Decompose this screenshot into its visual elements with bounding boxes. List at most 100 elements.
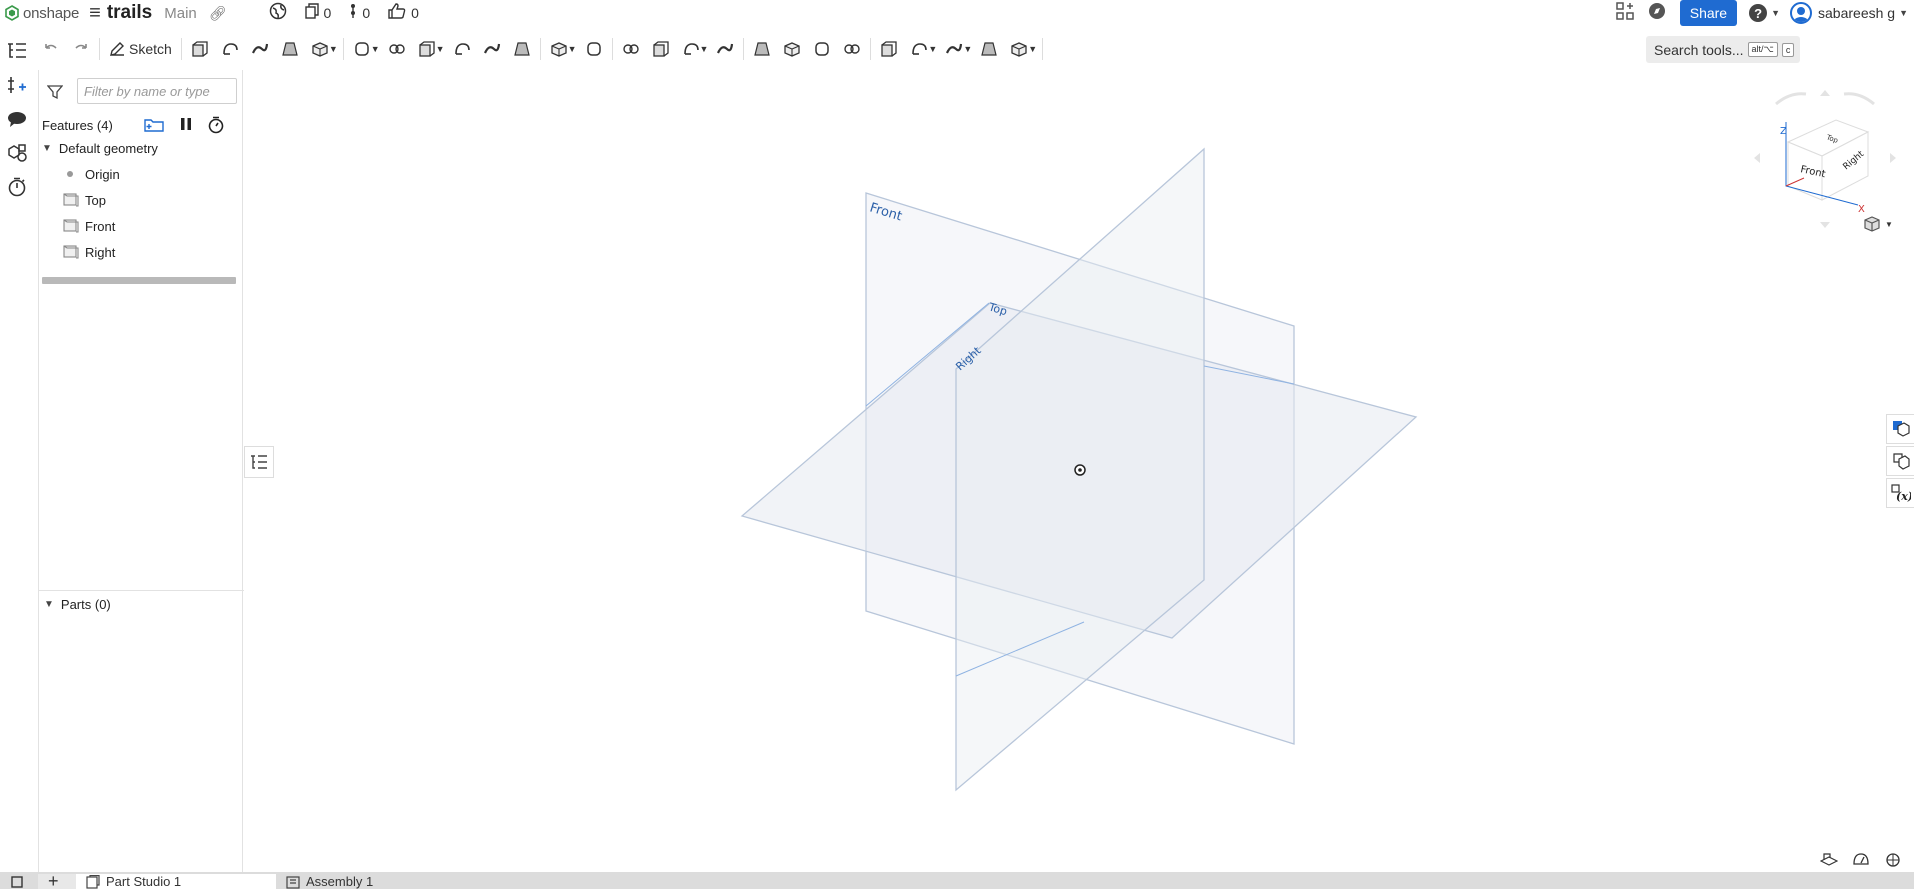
hamburger-menu-icon[interactable]: ≡: [89, 2, 101, 25]
delete-part-tool-button[interactable]: [710, 35, 740, 63]
redo-button[interactable]: [66, 35, 96, 63]
feature-list-panel: Features (4) ▼ Default geometry Origin T…: [38, 70, 244, 872]
view-cube-arrow-left-icon[interactable]: [1754, 153, 1760, 163]
rib-tool-button[interactable]: [447, 35, 477, 63]
history-timer-icon[interactable]: [0, 170, 34, 204]
share-button[interactable]: Share: [1679, 0, 1738, 26]
tab-part-studio-1[interactable]: Part Studio 1: [76, 874, 276, 889]
document-name[interactable]: trails: [107, 2, 152, 24]
render-mode-icon[interactable]: [1884, 851, 1902, 867]
help-chevron-down-icon[interactable]: ▼: [1771, 8, 1780, 18]
configure-tool-button[interactable]: [974, 35, 1004, 63]
boolean-tool-button[interactable]: [616, 35, 646, 63]
performance-gauge-icon[interactable]: [1852, 851, 1870, 867]
versions-counter[interactable]: 0: [304, 3, 331, 23]
undo-icon: [45, 44, 57, 49]
hole-tool-button[interactable]: [507, 35, 537, 63]
section-view-icon[interactable]: [1820, 851, 1838, 867]
revolve-tool-button[interactable]: [215, 35, 245, 63]
likes-count: 0: [411, 5, 419, 21]
add-tab-button[interactable]: +: [38, 871, 76, 889]
chevron-down-icon[interactable]: ▼: [329, 44, 338, 54]
features-header: Features (4): [42, 114, 242, 136]
rollback-bar[interactable]: [42, 277, 236, 284]
left-icon-rail: [0, 34, 34, 884]
chevron-down-icon[interactable]: ▼: [44, 599, 54, 610]
view-cube-arrow-up-icon[interactable]: [1820, 90, 1830, 96]
move-face-tool-button[interactable]: [807, 35, 837, 63]
rollback-pause-icon[interactable]: [179, 116, 193, 136]
app-store-icon[interactable]: [1615, 1, 1634, 25]
onshape-logo[interactable]: onshape: [4, 5, 79, 22]
branch-name[interactable]: Main: [164, 5, 197, 22]
move-face-icon: [815, 42, 830, 56]
chevron-down-icon[interactable]: ▼: [436, 44, 445, 54]
user-avatar[interactable]: [1790, 2, 1813, 24]
feature-item-right[interactable]: Right: [63, 241, 115, 263]
sweep-tool-button[interactable]: [245, 35, 275, 63]
mass-properties-button[interactable]: [1886, 446, 1914, 476]
chevron-down-icon[interactable]: ▼: [371, 44, 380, 54]
tab-manager-button[interactable]: [0, 874, 38, 889]
likes-counter[interactable]: 0: [388, 3, 419, 23]
shell-tool-button[interactable]: [477, 35, 507, 63]
view-cube-arrow-down-icon[interactable]: [1820, 222, 1830, 228]
extrude-tool-button[interactable]: [185, 35, 215, 63]
view-cube-rotate-left-icon[interactable]: [1775, 92, 1807, 106]
chevron-down-icon[interactable]: ▼: [42, 143, 52, 154]
parts-divider[interactable]: [39, 590, 244, 591]
chamfer-tool-button[interactable]: [382, 35, 412, 63]
help-icon[interactable]: ?: [1749, 4, 1768, 22]
toolbar-divider: [611, 38, 613, 60]
tab-assembly-1[interactable]: Assembly 1: [276, 874, 476, 889]
variables-panel-button[interactable]: (x): [1886, 478, 1914, 508]
learning-center-icon[interactable]: [1648, 2, 1666, 25]
replace-face-tool-button[interactable]: [837, 35, 867, 63]
mirror-tool-button[interactable]: [579, 35, 609, 63]
graphics-viewport[interactable]: Front Top Right: [244, 66, 1914, 872]
branches-counter[interactable]: 0: [349, 3, 370, 23]
undo-button[interactable]: [36, 35, 66, 63]
origin-icon: [67, 171, 73, 177]
chevron-down-icon[interactable]: ▼: [1028, 44, 1037, 54]
feature-item-top[interactable]: Top: [63, 189, 106, 211]
toolbar-divider: [539, 38, 541, 60]
chevron-down-icon[interactable]: ▼: [568, 44, 577, 54]
chevron-down-icon[interactable]: ▼: [963, 44, 972, 54]
feature-list-icon[interactable]: [0, 34, 34, 68]
appearance-panel-button[interactable]: [1886, 414, 1914, 444]
view-mode-dropdown[interactable]: ▼: [1863, 215, 1893, 233]
feature-item-front[interactable]: Front: [63, 215, 115, 237]
mate-connector-icon: [912, 43, 928, 55]
user-name[interactable]: sabareesh g: [1818, 5, 1895, 21]
modify-fillet-tool-button[interactable]: [747, 35, 777, 63]
globe-icon[interactable]: [269, 2, 287, 25]
chevron-down-icon[interactable]: ▼: [700, 44, 709, 54]
comments-icon[interactable]: [0, 102, 34, 136]
sketch-button[interactable]: Sketch: [103, 35, 178, 63]
view-cube[interactable]: Top Front Right Z X: [1750, 82, 1900, 232]
chevron-down-icon[interactable]: ▼: [928, 44, 937, 54]
add-folder-icon[interactable]: [144, 116, 164, 136]
configurations-icon[interactable]: [0, 136, 34, 170]
default-geometry-group[interactable]: ▼ Default geometry: [42, 137, 158, 159]
feature-filter-input[interactable]: [77, 78, 237, 104]
document-tab-bar: + Part Studio 1 Assembly 1: [0, 871, 1914, 889]
view-cube-arrow-right-icon[interactable]: [1890, 153, 1896, 163]
delete-face-tool-button[interactable]: [777, 35, 807, 63]
plane-tool-button[interactable]: [874, 35, 904, 63]
filter-funnel-icon[interactable]: [46, 84, 64, 103]
parts-group[interactable]: ▼ Parts (0): [44, 593, 111, 615]
split-tool-button[interactable]: [646, 35, 676, 63]
search-tools-button[interactable]: Search tools... alt/⌥ c: [1646, 36, 1800, 63]
feature-item-origin[interactable]: Origin: [63, 163, 120, 185]
loft-tool-button[interactable]: [275, 35, 305, 63]
regeneration-timer-icon[interactable]: [207, 116, 225, 138]
view-cube-rotate-right-icon[interactable]: [1843, 92, 1875, 106]
link-icon[interactable]: 🔗︎: [209, 5, 227, 22]
plane-icon: [63, 219, 79, 233]
onshape-logo-icon: [5, 5, 19, 21]
user-chevron-down-icon[interactable]: ▼: [1899, 8, 1908, 18]
view-mode-chevron-down-icon: ▼: [1885, 219, 1893, 229]
insert-feature-icon[interactable]: [0, 68, 34, 102]
